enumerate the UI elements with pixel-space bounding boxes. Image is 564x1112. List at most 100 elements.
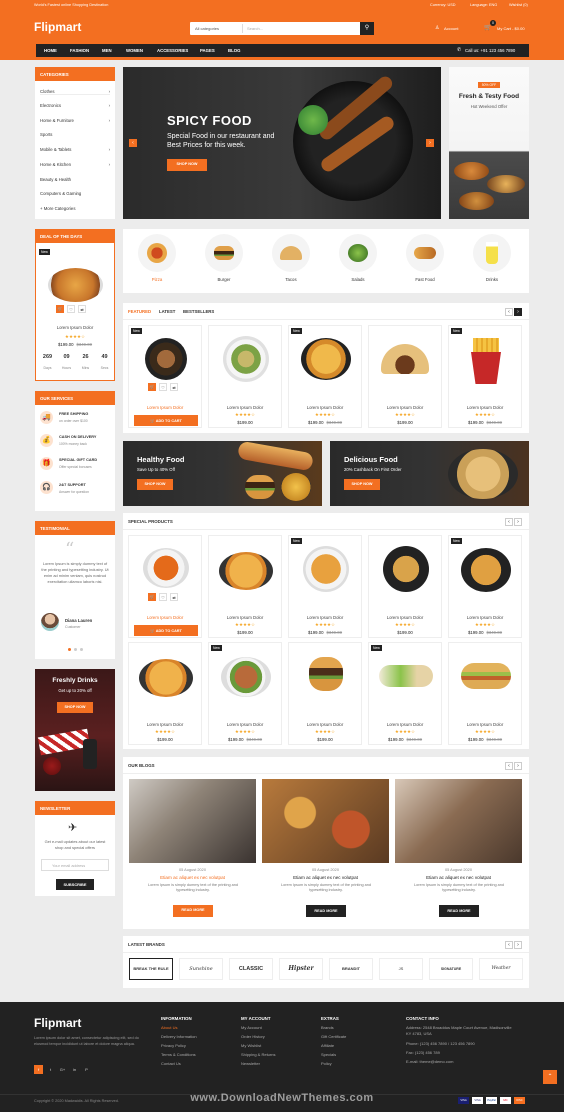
read-more-button[interactable]: READ MORE (173, 905, 213, 917)
prev-arrow[interactable]: ‹ (505, 518, 513, 526)
blog-title-link[interactable]: Etiam ac aliquet ex nec volutpat (262, 875, 389, 880)
footer-link[interactable]: My Account (241, 1025, 275, 1030)
footer-link[interactable]: Policy (321, 1061, 346, 1066)
blog-image[interactable] (262, 779, 389, 863)
brand-logo[interactable]: BRANDIT (329, 958, 373, 980)
footer-link[interactable]: About Us (161, 1025, 197, 1030)
cart-total[interactable]: My Cart - $0.00 (497, 26, 525, 31)
shop-now-button[interactable]: SHOP NOW (57, 702, 93, 713)
cart-icon[interactable]: 🛒 (148, 593, 156, 601)
product-card[interactable]: New Lorem Ipsum Dolor ★★★★☆ $199.00 $349.… (288, 325, 362, 428)
food-cat-burger[interactable]: Burger (201, 234, 247, 282)
footer-logo[interactable]: Flipmart (34, 1016, 81, 1030)
next-slide-arrow[interactable]: › (426, 139, 434, 147)
pinterest-icon[interactable]: P (82, 1065, 91, 1074)
compare-icon[interactable]: ⇄ (170, 593, 178, 601)
compare-icon[interactable]: ⇄ (170, 383, 178, 391)
product-card[interactable]: Lorem Ipsum Dolor ★★★★☆ $199.00 (368, 535, 442, 638)
nav-pages[interactable]: PAGES (200, 48, 215, 53)
category-item[interactable]: Mobile & Tablets › (40, 147, 110, 152)
delicious-food-banner[interactable]: Delicious Food 20% Cashback On First Ord… (330, 441, 529, 506)
cart-icon[interactable]: 🛒 (56, 305, 64, 313)
next-arrow[interactable]: › (514, 762, 522, 770)
food-cat-fast-food[interactable]: Fast Food (402, 234, 448, 282)
subscribe-button[interactable]: SUBSCRIBE (56, 879, 94, 890)
footer-link[interactable]: Terms & Conditions (161, 1052, 197, 1057)
category-item[interactable]: Computers & Gaming (40, 191, 110, 196)
deal-product-name[interactable]: Lorem Ipsum Dolor (36, 325, 114, 330)
wishlist-link[interactable]: Wishlist (0) (509, 3, 528, 7)
brand-logo[interactable]: CLASSIC (229, 958, 273, 980)
product-card[interactable]: Lorem Ipsum Dolor ★★★★☆ $199.00 (208, 325, 282, 428)
category-item[interactable]: Home & Kitchen › (40, 162, 110, 167)
facebook-icon[interactable]: f (34, 1065, 43, 1074)
product-image[interactable] (139, 659, 193, 697)
search-icon[interactable]: ⚲ (360, 22, 374, 35)
product-image[interactable] (145, 338, 187, 380)
footer-link[interactable]: Shipping & Returns (241, 1052, 275, 1057)
next-arrow[interactable]: › (514, 518, 522, 526)
healthy-food-banner[interactable]: Healthy Food Save Up to 40% Off SHOP NOW (123, 440, 322, 506)
search-category[interactable]: All categories (195, 26, 219, 31)
product-image[interactable] (381, 344, 429, 374)
wishlist-icon[interactable]: ♡ (159, 593, 167, 601)
product-card[interactable]: New Lorem Ipsum Dolor ★★★★☆ $199.00 $349.… (448, 535, 522, 638)
food-cat-salads[interactable]: Salads (335, 234, 381, 282)
food-cat-pizza[interactable]: Pizza (134, 234, 180, 282)
user-icon[interactable]: ♙ (435, 25, 439, 31)
brand-logo[interactable]: Weather (479, 958, 523, 980)
tab-bestsellers[interactable]: BESTSELLERS (183, 309, 214, 314)
next-arrow[interactable]: › (514, 308, 522, 316)
category-item[interactable]: Clothes › (40, 89, 110, 95)
prev-arrow[interactable]: ‹ (505, 762, 513, 770)
drinks-promo-banner[interactable]: Freshly Drinks Get up to 20% off SHOP NO… (35, 669, 115, 791)
food-cat-tacos[interactable]: Tacos (268, 234, 314, 282)
read-more-button[interactable]: READ MORE (439, 905, 479, 917)
product-card[interactable]: New Lorem Ipsum Dolor ★★★★☆ $199.00 $349.… (368, 642, 442, 745)
product-card[interactable]: New Lorem Ipsum Dolor ★★★★☆ $199.00 $349.… (208, 642, 282, 745)
product-image[interactable] (471, 352, 501, 384)
tab-featured[interactable]: FEATURED (128, 309, 151, 314)
prev-slide-arrow[interactable]: ‹ (129, 139, 137, 147)
product-card[interactable]: New 🛒 ♡ ⇄ Lorem Ipsum Dolor 🛒 ADD TO CAR… (128, 325, 202, 428)
fries-image[interactable] (473, 338, 499, 352)
product-card[interactable]: Lorem Ipsum Dolor ★★★★☆ $199.00 $349.00 (448, 642, 522, 745)
brand-logo[interactable]: Hipster (279, 958, 323, 980)
product-image[interactable] (303, 546, 349, 592)
product-card[interactable]: 🛒 ♡ ⇄ Lorem Ipsum Dolor 🛒 ADD TO CART (128, 535, 202, 638)
product-image[interactable] (383, 546, 429, 592)
account-link[interactable]: Account (444, 26, 458, 31)
product-image[interactable] (461, 663, 511, 689)
add-to-cart-button[interactable]: 🛒 ADD TO CART (134, 625, 198, 636)
email-field[interactable]: Your email address (41, 859, 109, 871)
footer-link[interactable]: Specials (321, 1052, 346, 1057)
prev-arrow[interactable]: ‹ (505, 941, 513, 949)
product-card[interactable]: New Lorem Ipsum Dolor ★★★★☆ $199.00 $349.… (448, 325, 522, 428)
compare-icon[interactable]: ⇄ (78, 305, 86, 313)
category-item[interactable]: Beauty & Health (40, 177, 110, 182)
brand-logo[interactable]: Sunshine (179, 958, 223, 980)
product-card[interactable]: Lorem Ipsum Dolor ★★★★☆ $199.00 (288, 642, 362, 745)
wishlist-icon[interactable]: ♡ (67, 305, 75, 313)
shop-now-button[interactable]: SHOP NOW (137, 479, 173, 490)
more-categories-link[interactable]: + More Categories (40, 206, 110, 211)
currency-select[interactable]: Currency: USD (430, 3, 456, 7)
footer-link[interactable]: Gift Certificate (321, 1034, 346, 1039)
footer-link[interactable]: Brands (321, 1025, 346, 1030)
scroll-top-button[interactable]: ⌃ (543, 1070, 557, 1084)
nav-blog[interactable]: BLOG (228, 48, 240, 53)
footer-link[interactable]: Privacy Policy (161, 1043, 197, 1048)
twitter-icon[interactable]: t (46, 1065, 55, 1074)
tab-latest[interactable]: LATEST (159, 309, 175, 314)
nav-fashion[interactable]: FASHION (70, 48, 89, 53)
brand-logo[interactable]: BREAK THE RULE (129, 958, 173, 980)
product-image[interactable] (143, 548, 189, 588)
language-select[interactable]: Language: ENG (470, 3, 497, 7)
search-input[interactable]: Search... (247, 26, 263, 31)
wishlist-icon[interactable]: ♡ (159, 383, 167, 391)
footer-link[interactable]: My Wishlist (241, 1043, 275, 1048)
blog-title-link[interactable]: Etiam ac aliquet ex nec volutpat (129, 875, 256, 880)
read-more-button[interactable]: READ MORE (306, 905, 346, 917)
side-offer-banner[interactable]: 50% OFF Fresh & Testy Food Hot Weekend O… (449, 67, 529, 219)
hero-shop-now-button[interactable]: SHOP NOW (167, 159, 207, 171)
